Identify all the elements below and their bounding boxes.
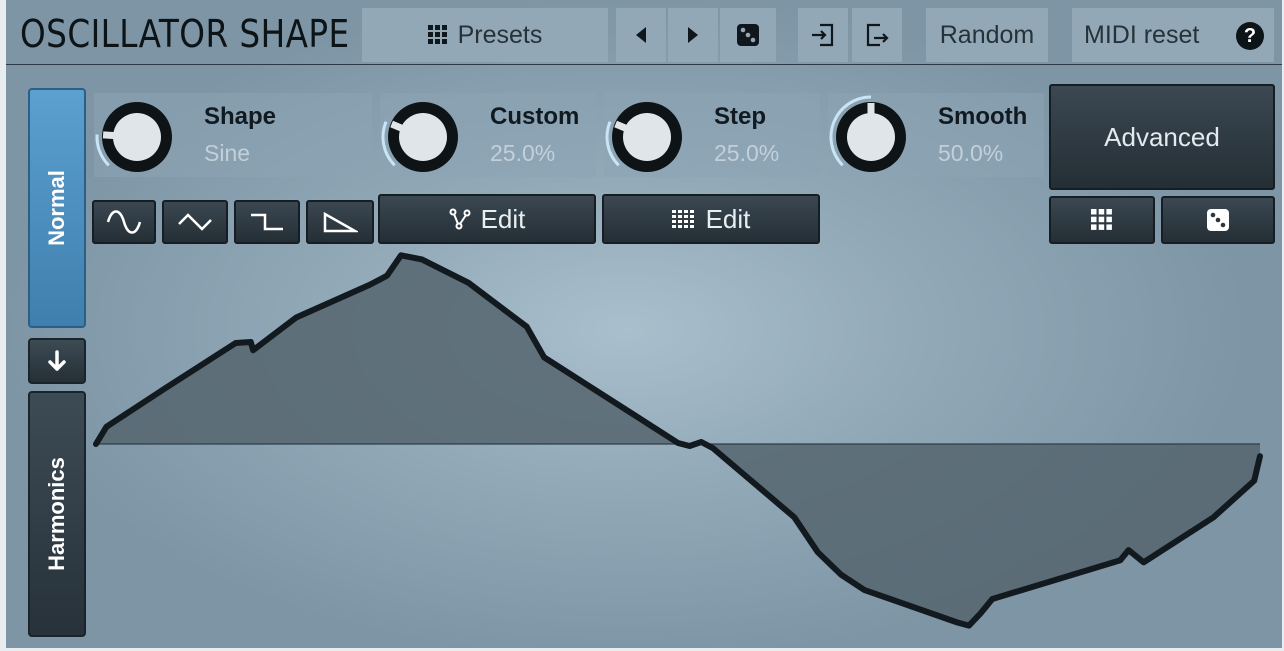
waveform-display[interactable] bbox=[6, 0, 1282, 648]
oscillator-shape-plugin: OSCILLATOR SHAPE Presets Random MIDI res… bbox=[6, 0, 1282, 648]
